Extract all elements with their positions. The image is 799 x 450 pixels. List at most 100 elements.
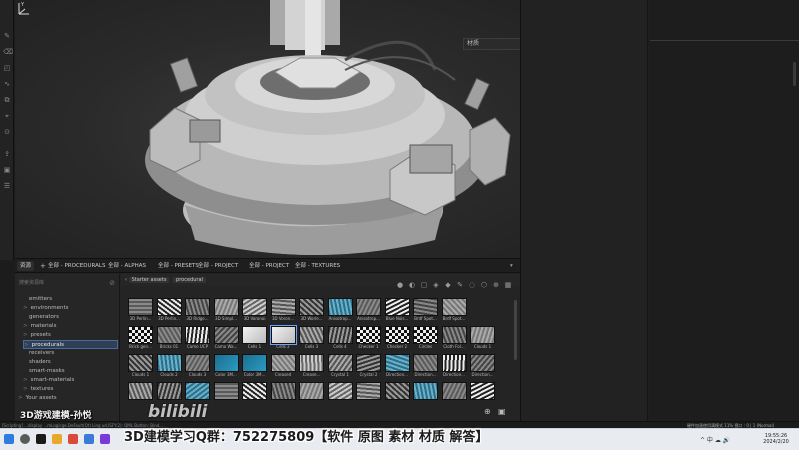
clock[interactable]: 19:55:26 2024/2/20: [758, 433, 794, 445]
add-tab-icon[interactable]: +: [40, 261, 46, 271]
filter-env-icon[interactable]: ◌: [468, 281, 476, 289]
tab-alphas[interactable]: 全部 - ALPHAS: [108, 261, 146, 271]
asset-tile[interactable]: Bricks 01: [156, 326, 182, 349]
tree-item-environments[interactable]: > environments: [23, 304, 69, 313]
breadcrumb-procedural[interactable]: procedural: [173, 277, 206, 283]
bake-icon[interactable]: ▣: [3, 166, 11, 174]
app-icon-blue[interactable]: [84, 434, 94, 444]
asset-tile[interactable]: 3D Perlin...: [156, 298, 182, 321]
tree-item-smart-materials[interactable]: > smart-materials: [23, 376, 74, 385]
asset-tile[interactable]: [356, 382, 381, 405]
tab-assets[interactable]: 资源: [17, 261, 35, 271]
tree-item-emitters[interactable]: emitters: [29, 295, 52, 304]
asset-tile[interactable]: Direction...: [413, 354, 438, 377]
asset-tile[interactable]: Direction...: [470, 354, 495, 377]
filter-alpha-icon[interactable]: ◆: [444, 281, 452, 289]
asset-tile[interactable]: Crystal 1: [327, 354, 353, 377]
asset-tile[interactable]: Clouds 1: [128, 354, 153, 377]
asset-tile[interactable]: [413, 382, 438, 405]
asset-tile[interactable]: Crystal 2: [356, 354, 381, 377]
asset-tile[interactable]: Camo Wa...: [213, 326, 239, 349]
system-tray[interactable]: ^ 中 ☁ 🔊: [700, 435, 730, 444]
clone-icon[interactable]: ⧉: [3, 96, 11, 104]
smudge-icon[interactable]: ∿: [3, 80, 11, 88]
asset-tile[interactable]: 3D Ridge...: [185, 298, 210, 321]
asset-tile[interactable]: Creased: [270, 354, 296, 377]
filter-misc-icon[interactable]: ⊕: [492, 281, 500, 289]
asset-tile[interactable]: [470, 382, 495, 405]
asset-tile[interactable]: Crease...: [299, 354, 324, 377]
tree-item-shaders[interactable]: shaders: [29, 358, 51, 367]
asset-tile[interactable]: Anisotrop...: [327, 298, 353, 321]
breadcrumb-starter-assets[interactable]: Starter assets: [128, 277, 170, 283]
filter-material-icon[interactable]: ●: [396, 281, 404, 289]
asset-tile[interactable]: Cells 3: [299, 326, 324, 349]
app-icon-purple[interactable]: [100, 434, 110, 444]
tab-procedurals[interactable]: 全部 - PROCEDURALS: [48, 261, 105, 271]
layers-icon[interactable]: ☰: [3, 182, 11, 190]
asset-tile[interactable]: 3D Simpl...: [213, 298, 239, 321]
asset-tile[interactable]: [242, 382, 267, 405]
asset-tile[interactable]: Cells 1: [242, 326, 267, 349]
asset-tile[interactable]: Cloth Fol...: [441, 326, 467, 349]
filter-brush-icon[interactable]: ✎: [456, 281, 464, 289]
view-mode-icon[interactable]: ▦: [504, 281, 512, 289]
tab-textures[interactable]: 全部 - TEXTURES: [295, 261, 340, 271]
tab-project-1[interactable]: 全部 - PROJECT: [198, 261, 238, 271]
filter-smart-icon[interactable]: ◐: [408, 281, 416, 289]
asset-tile[interactable]: 3D Perlin...: [128, 298, 153, 321]
panel-scrollbar[interactable]: [793, 62, 796, 86]
tree-item-materials[interactable]: > materials: [23, 322, 56, 331]
paint-brush-icon[interactable]: ✎: [3, 32, 11, 40]
tree-item-generators[interactable]: generators: [29, 313, 59, 322]
folder-icon[interactable]: ⊕: [484, 407, 491, 416]
tree-item-your-assets[interactable]: > Your assets: [18, 394, 57, 403]
asset-tile[interactable]: [384, 382, 410, 405]
app-icon-red[interactable]: [68, 434, 78, 444]
filter-texture-icon[interactable]: ▢: [420, 281, 428, 289]
asset-tile[interactable]: Clouds 2: [156, 354, 182, 377]
eraser-icon[interactable]: ⌫: [3, 48, 13, 56]
asset-tile[interactable]: [270, 382, 296, 405]
filter-preset-icon[interactable]: ◈: [432, 281, 440, 289]
material-picker-icon[interactable]: ⊙: [3, 128, 11, 136]
asset-tile[interactable]: Brdf Spot...: [413, 298, 438, 321]
tree-item-presets[interactable]: > presets: [23, 331, 51, 340]
asset-tile[interactable]: Blue Nois...: [384, 298, 410, 321]
asset-tile[interactable]: Color 3M...: [242, 354, 267, 377]
tab-presets[interactable]: 全部 - PRESETS: [158, 261, 199, 271]
windows-start-icon[interactable]: [4, 434, 14, 444]
export-icon[interactable]: ⇪: [3, 150, 11, 158]
tree-item-textures[interactable]: > textures: [23, 385, 53, 394]
asset-tile[interactable]: Anisotrop...: [356, 298, 381, 321]
asset-tile[interactable]: Direction...: [384, 354, 410, 377]
asset-search-input[interactable]: 搜索资源库 ⊘: [19, 278, 115, 289]
tab-project-2[interactable]: 全部 - PROJECT: [249, 261, 289, 271]
tree-item-receivers[interactable]: receivers: [29, 349, 54, 358]
asset-tile[interactable]: Cells 2: [269, 325, 297, 349]
picker-icon[interactable]: ⌖: [3, 112, 11, 120]
asset-tile[interactable]: Color 3M...: [213, 354, 239, 377]
asset-tile[interactable]: 3D Worle...: [299, 298, 324, 321]
asset-tile[interactable]: Brdf Spot...: [441, 298, 467, 321]
viewport-3d[interactable]: 材质 ⌄ Y: [15, 0, 520, 258]
projection-icon[interactable]: ◰: [3, 64, 11, 72]
filter-shader-icon[interactable]: ⬡: [480, 281, 488, 289]
asset-tile[interactable]: Cells 4: [327, 326, 353, 349]
asset-tile[interactable]: Brick gen...: [128, 326, 153, 349]
tab-menu-icon[interactable]: ▾: [510, 261, 513, 271]
asset-tile[interactable]: 3D Voronoi: [242, 298, 267, 321]
material-mode-select[interactable]: 材质 ⌄: [463, 38, 520, 50]
asset-tile[interactable]: [327, 382, 353, 405]
asset-tile[interactable]: 3D Voron...: [270, 298, 296, 321]
file-explorer-icon[interactable]: [52, 434, 62, 444]
substance-painter-icon[interactable]: [36, 434, 46, 444]
tree-item-procedurals[interactable]: > procedurals: [23, 340, 118, 349]
asset-tile[interactable]: [299, 382, 324, 405]
asset-grid-scrollbar[interactable]: [514, 300, 517, 360]
tree-item-smart-masks[interactable]: smart-masks: [29, 367, 65, 376]
asset-tile[interactable]: Clouds 1: [470, 326, 495, 349]
asset-tile[interactable]: Direction...: [441, 354, 467, 377]
asset-tile[interactable]: Checker 2: [384, 326, 410, 349]
asset-tile[interactable]: [441, 382, 467, 405]
